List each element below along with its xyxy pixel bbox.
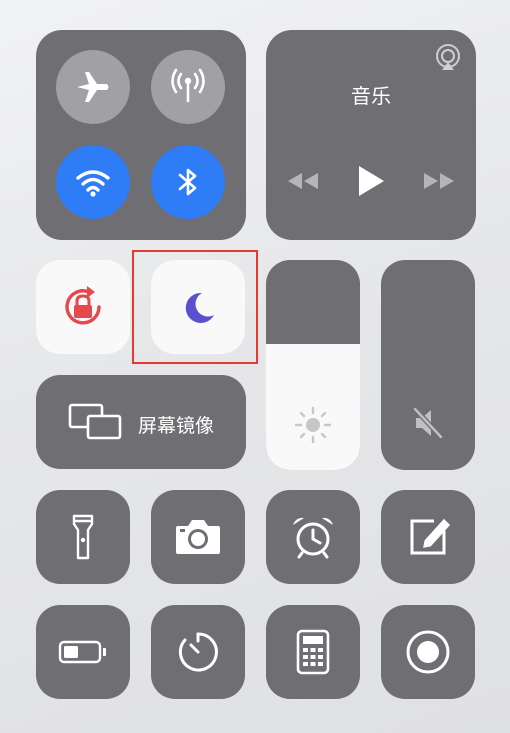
rewind-icon[interactable] [286, 170, 320, 192]
airplane-icon [77, 72, 109, 102]
wifi-icon [76, 170, 110, 197]
bluetooth-icon [178, 168, 197, 196]
timer-button[interactable] [151, 605, 245, 699]
rotation-lock-button[interactable] [36, 260, 130, 354]
screen-recording-button[interactable] [381, 605, 475, 699]
fast-forward-icon[interactable] [422, 170, 456, 192]
screen-mirroring-icon [68, 403, 122, 440]
alarm-clock-icon [293, 517, 333, 559]
wifi-button[interactable] [56, 145, 130, 219]
rotation-lock-icon [65, 286, 101, 325]
cellular-antenna-icon [171, 68, 205, 103]
volume-slider[interactable] [381, 260, 475, 470]
airplay-icon[interactable] [433, 43, 463, 73]
speaker-muted-icon [413, 407, 443, 439]
timer-icon [178, 632, 218, 672]
screen-mirroring-label: 屏幕镜像 [138, 416, 215, 437]
sun-icon [294, 406, 332, 444]
do-not-disturb-button[interactable] [151, 260, 245, 354]
connectivity-module [36, 30, 246, 240]
flashlight-icon [72, 514, 94, 560]
camera-button[interactable] [151, 490, 245, 584]
bluetooth-button[interactable] [151, 145, 225, 219]
brightness-slider[interactable] [266, 260, 360, 470]
screen-mirroring-button[interactable]: 屏幕镜像 [36, 375, 246, 469]
calculator-button[interactable] [266, 605, 360, 699]
flashlight-button[interactable] [36, 490, 130, 584]
notes-button[interactable] [381, 490, 475, 584]
cellular-data-button[interactable] [151, 50, 225, 124]
music-title: 音乐 [351, 86, 391, 108]
calculator-icon [296, 629, 330, 675]
moon-icon [185, 292, 214, 323]
notes-edit-icon [410, 518, 451, 555]
play-icon[interactable] [356, 164, 386, 198]
alarm-button[interactable] [266, 490, 360, 584]
low-power-mode-button[interactable] [36, 605, 130, 699]
camera-icon [176, 520, 220, 554]
screen-record-icon [406, 630, 450, 674]
music-module[interactable]: 音乐 [266, 30, 476, 240]
low-power-battery-icon [58, 640, 106, 664]
airplane-mode-button[interactable] [56, 50, 130, 124]
